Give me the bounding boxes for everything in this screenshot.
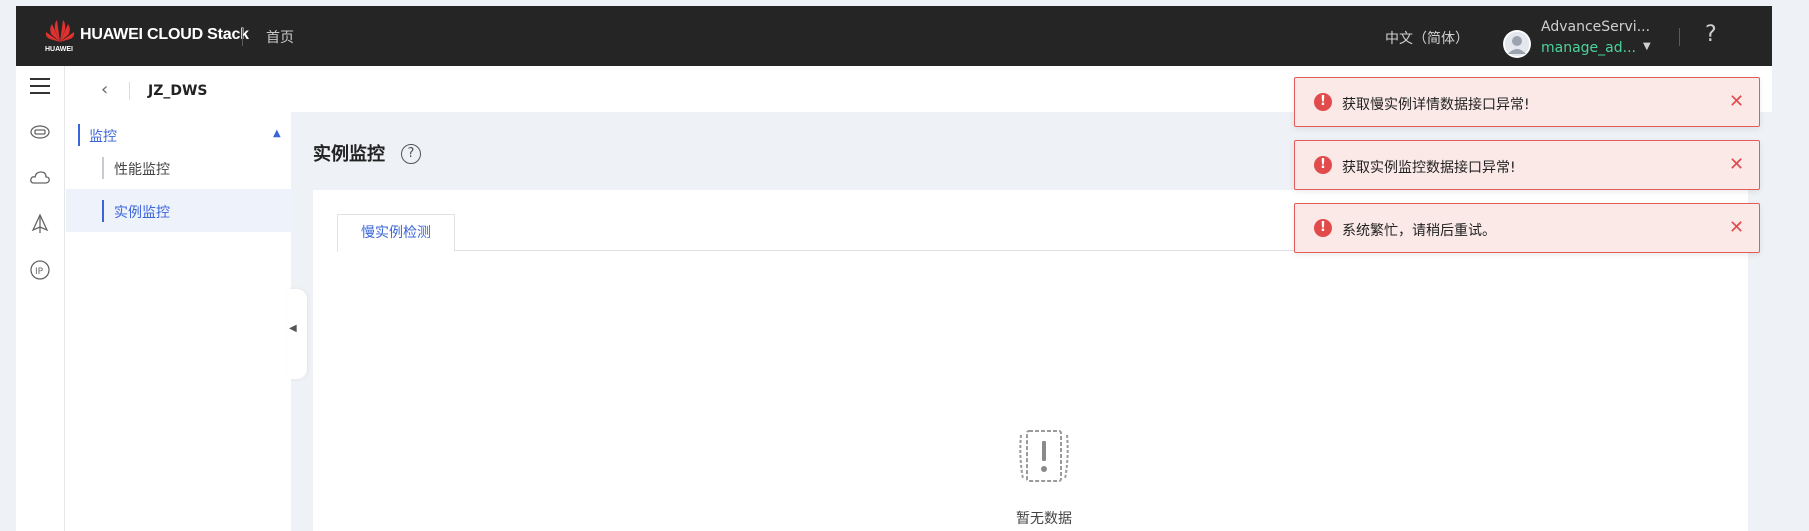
- help-icon[interactable]: ?: [1705, 22, 1717, 47]
- back-icon[interactable]: ‹: [101, 79, 108, 100]
- page-title: 实例监控: [313, 144, 385, 165]
- toast-message: 系统繁忙，请稍后重试。: [1342, 223, 1496, 239]
- empty-data-icon: [1019, 430, 1069, 482]
- sidebar-item-instance[interactable]: 实例监控: [66, 189, 291, 232]
- chevron-down-icon[interactable]: ▼: [1643, 41, 1651, 52]
- sidebar-item-label: 性能监控: [114, 162, 170, 178]
- sidebar-group-monitor[interactable]: 监控 ▲: [78, 124, 281, 146]
- error-toast: ! 系统繁忙，请稍后重试。 ✕: [1294, 203, 1760, 253]
- item-indicator: [102, 200, 104, 222]
- top-bar: HUAWEI CLOUD Stack HUAWEI 首页 中文（简体） Adva…: [16, 6, 1772, 66]
- user-account[interactable]: manage_ad...: [1541, 40, 1636, 56]
- error-icon: !: [1314, 219, 1332, 237]
- database-icon[interactable]: [26, 118, 54, 146]
- toast-message: 获取慢实例详情数据接口异常!: [1342, 97, 1530, 113]
- collapse-sidebar-button[interactable]: ◀: [287, 289, 307, 379]
- item-indicator: [102, 157, 104, 179]
- error-icon: !: [1314, 93, 1332, 111]
- brand-label: HUAWEI: [45, 46, 73, 53]
- svg-text:IP: IP: [35, 267, 44, 277]
- divider: [242, 28, 243, 46]
- chevron-up-icon[interactable]: ▲: [273, 128, 281, 139]
- sidebar-group-label: 监控: [89, 129, 117, 145]
- error-toast: ! 获取实例监控数据接口异常! ✕: [1294, 140, 1760, 190]
- avatar[interactable]: [1503, 30, 1531, 58]
- help-icon[interactable]: ?: [401, 144, 421, 164]
- ip-icon[interactable]: IP: [26, 256, 54, 284]
- tab-slow-instance[interactable]: 慢实例检测: [337, 214, 455, 252]
- sidebar-item-performance[interactable]: 性能监控: [66, 146, 291, 189]
- instance-title: JZ_DWS: [148, 83, 208, 99]
- huawei-logo-icon[interactable]: [42, 18, 78, 60]
- sidebar-item-label: 实例监控: [114, 205, 170, 221]
- left-rail: IP: [16, 66, 65, 531]
- product-name: HUAWEI CLOUD Stack: [80, 26, 249, 43]
- chevron-left-icon: ◀: [289, 323, 297, 334]
- toast-message: 获取实例监控数据接口异常!: [1342, 160, 1516, 176]
- cloud-icon[interactable]: [26, 164, 54, 192]
- sub-navigation: 监控 ▲ 性能监控 实例监控: [66, 112, 291, 531]
- group-indicator: [78, 124, 80, 146]
- home-link[interactable]: 首页: [266, 27, 294, 47]
- error-icon: !: [1314, 156, 1332, 174]
- user-icon: [1503, 30, 1531, 58]
- error-toast: ! 获取慢实例详情数据接口异常! ✕: [1294, 77, 1760, 127]
- close-icon[interactable]: ✕: [1729, 91, 1744, 112]
- language-switcher[interactable]: 中文（简体）: [1385, 28, 1469, 48]
- user-name[interactable]: AdvanceServi...: [1541, 19, 1650, 35]
- menu-icon[interactable]: [26, 72, 54, 100]
- divider: [1679, 28, 1680, 46]
- empty-message: 暂无数据: [1016, 511, 1072, 527]
- divider: [129, 82, 130, 100]
- deploy-icon[interactable]: [26, 210, 54, 238]
- close-icon[interactable]: ✕: [1729, 217, 1744, 238]
- close-icon[interactable]: ✕: [1729, 154, 1744, 175]
